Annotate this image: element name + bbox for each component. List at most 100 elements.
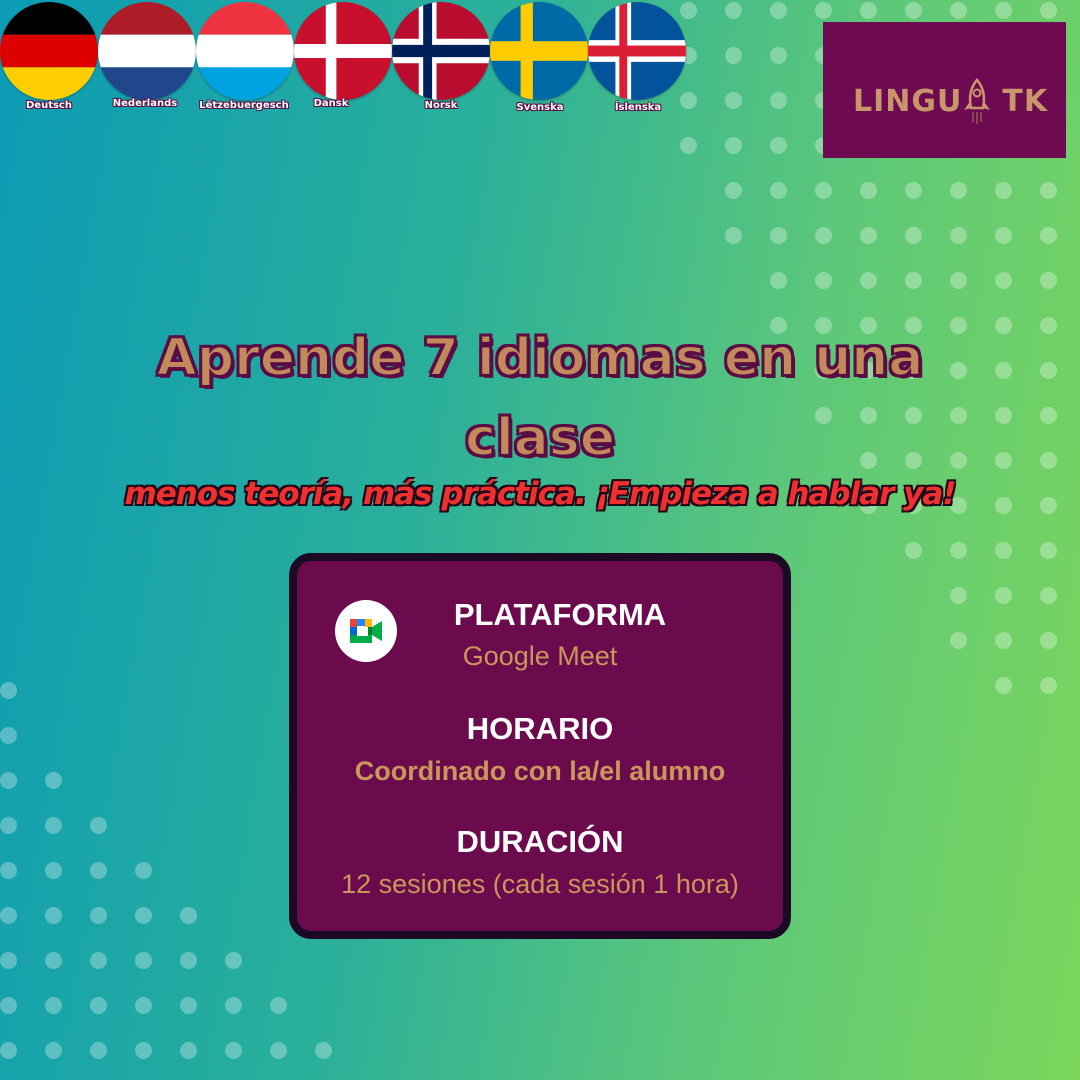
decor-dot — [950, 2, 967, 19]
decor-dot — [180, 1042, 197, 1059]
decor-dot — [860, 272, 877, 289]
decor-dot — [995, 272, 1012, 289]
decor-dot — [905, 2, 922, 19]
flag-label-islenska: Íslenska — [614, 102, 662, 113]
decor-dot — [725, 2, 742, 19]
decor-dot — [45, 1042, 62, 1059]
sweden-flag-icon — [490, 2, 588, 100]
decor-dot — [90, 862, 107, 879]
decor-dot — [135, 997, 152, 1014]
decor-dot — [680, 137, 697, 154]
decor-dot — [0, 772, 17, 789]
decor-dot — [1040, 227, 1057, 244]
decor-dot — [1040, 542, 1057, 559]
decor-dot — [905, 542, 922, 559]
decor-dot — [770, 137, 787, 154]
denmark-flag-icon — [294, 2, 392, 100]
decor-dot — [0, 862, 17, 879]
decor-dot — [270, 997, 287, 1014]
decor-dot — [815, 272, 832, 289]
decor-dot — [45, 997, 62, 1014]
decor-dot — [180, 997, 197, 1014]
decor-dot — [950, 587, 967, 604]
decor-dot — [90, 1042, 107, 1059]
decor-dot — [770, 92, 787, 109]
decor-dot — [950, 272, 967, 289]
decor-dot — [995, 542, 1012, 559]
decor-dot — [905, 272, 922, 289]
decor-dot — [45, 952, 62, 969]
decor-dot — [995, 632, 1012, 649]
duration-title: DURACIÓN — [456, 824, 624, 859]
decor-dot — [225, 997, 242, 1014]
decor-dot — [90, 952, 107, 969]
decor-dot — [1040, 182, 1057, 199]
decor-dot — [725, 47, 742, 64]
language-flags: Deutsch Nederlands Lëtzebuergesch Dansk … — [0, 0, 700, 120]
flag-label-deutsch: Deutsch — [26, 100, 72, 111]
decor-dot — [860, 182, 877, 199]
decor-dot — [1040, 407, 1057, 424]
decor-dot — [815, 2, 832, 19]
decor-dot — [0, 997, 17, 1014]
decor-dot — [135, 862, 152, 879]
decor-dot — [725, 137, 742, 154]
decor-dot — [1040, 587, 1057, 604]
decor-dot — [815, 182, 832, 199]
schedule-value: Coordinado con la/el alumno — [354, 756, 726, 786]
class-info-card: PLATAFORMA Google Meet HORARIO Coordinad… — [289, 553, 791, 939]
decor-dot — [995, 227, 1012, 244]
decor-dot — [45, 862, 62, 879]
decor-dot — [860, 2, 877, 19]
decor-dot — [90, 817, 107, 834]
decor-dot — [770, 2, 787, 19]
headline-line-2: clase — [464, 407, 616, 469]
flag-label-svenska: Svenska — [516, 102, 564, 113]
decor-dot — [225, 952, 242, 969]
decor-dot — [0, 952, 17, 969]
decor-dot — [1040, 677, 1057, 694]
decor-dot — [770, 272, 787, 289]
luxembourg-flag-icon — [196, 2, 294, 100]
decor-dot — [0, 817, 17, 834]
platform-value: Google Meet — [462, 641, 618, 671]
flag-label-dansk: Dansk — [313, 98, 349, 109]
decor-dot — [270, 1042, 287, 1059]
decor-dot — [770, 182, 787, 199]
decor-dot — [135, 907, 152, 924]
decor-dot — [45, 772, 62, 789]
flag-label-norsk: Norsk — [424, 100, 458, 111]
netherlands-flag-icon — [98, 2, 196, 100]
decor-dot — [180, 952, 197, 969]
decor-dot — [0, 1042, 17, 1059]
decor-dot — [0, 907, 17, 924]
decor-dot — [815, 227, 832, 244]
decor-dot — [950, 542, 967, 559]
decor-dot — [725, 182, 742, 199]
norway-flag-icon — [392, 2, 490, 100]
decor-dot — [995, 182, 1012, 199]
decor-dot — [995, 2, 1012, 19]
headline: Aprende 7 idiomas en una clase — [60, 318, 1020, 478]
logo-text-right: TK — [1002, 84, 1049, 119]
decor-dot — [0, 727, 17, 744]
iceland-flag-icon — [588, 2, 686, 100]
decor-dot — [860, 227, 877, 244]
decor-dot — [725, 92, 742, 109]
headline-line-1: Aprende 7 idiomas en una — [156, 327, 925, 389]
rocket-icon — [964, 78, 990, 124]
platform-title: PLATAFORMA — [453, 597, 667, 632]
decor-dot — [1040, 452, 1057, 469]
decor-dot — [225, 1042, 242, 1059]
decor-dot — [905, 182, 922, 199]
decor-dot — [90, 907, 107, 924]
decor-dot — [135, 952, 152, 969]
decor-dot — [950, 182, 967, 199]
germany-flag-icon — [0, 2, 98, 100]
decor-dot — [725, 227, 742, 244]
decor-dot — [995, 587, 1012, 604]
decor-dot — [1040, 317, 1057, 334]
decor-dot — [135, 1042, 152, 1059]
decor-dot — [1040, 632, 1057, 649]
decor-dot — [90, 997, 107, 1014]
